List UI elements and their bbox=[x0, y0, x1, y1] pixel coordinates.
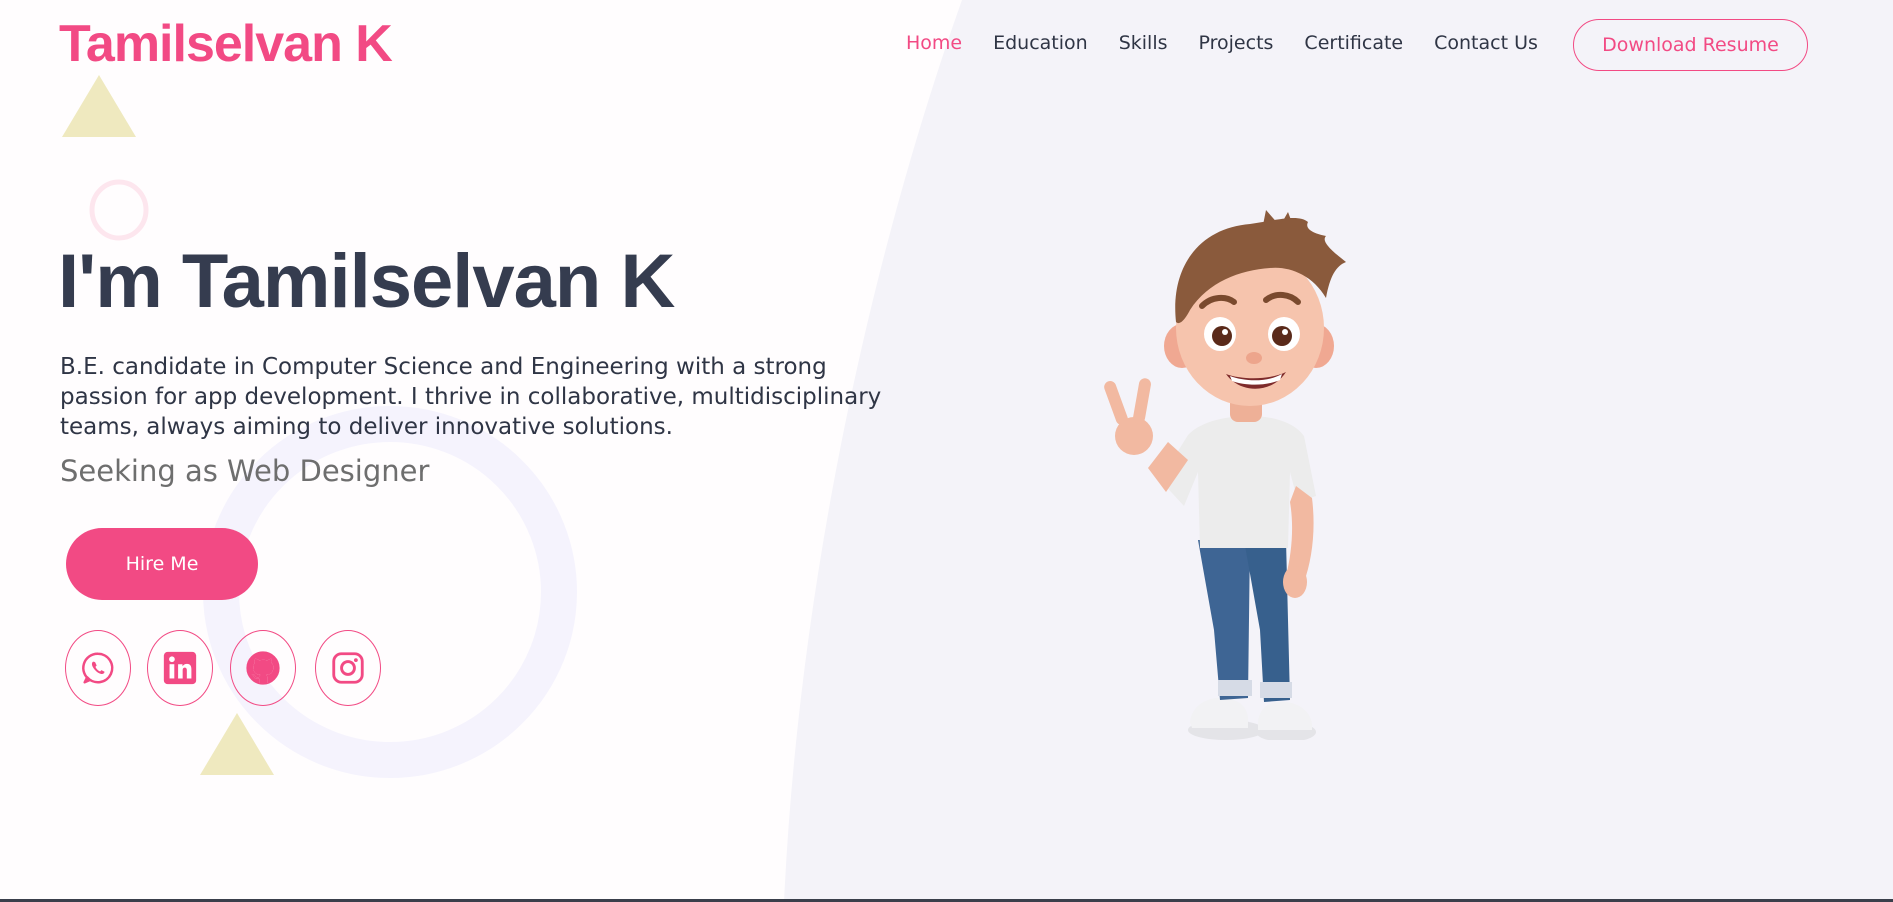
linkedin-link[interactable] bbox=[147, 630, 213, 706]
whatsapp-icon bbox=[82, 652, 114, 684]
nav-education[interactable]: Education bbox=[993, 32, 1088, 54]
avatar-illustration bbox=[1104, 210, 1346, 740]
decorative-triangle-top bbox=[62, 75, 136, 137]
nav-contact-us[interactable]: Contact Us bbox=[1434, 32, 1538, 54]
instagram-link[interactable] bbox=[315, 630, 381, 706]
github-icon bbox=[246, 651, 280, 685]
decorative-triangle-bottom bbox=[200, 713, 274, 775]
main-nav: Home Education Skills Projects Certifica… bbox=[906, 32, 1538, 54]
linkedin-icon bbox=[163, 651, 197, 685]
instagram-icon bbox=[332, 652, 364, 684]
portfolio-page: Tamilselvan K Home Education Skills Proj… bbox=[0, 0, 1893, 902]
download-resume-button[interactable]: Download Resume bbox=[1573, 19, 1808, 71]
nav-certificate[interactable]: Certificate bbox=[1304, 32, 1403, 54]
hero-title: I'm Tamilselvan K bbox=[58, 239, 675, 324]
nav-projects[interactable]: Projects bbox=[1199, 32, 1274, 54]
whatsapp-link[interactable] bbox=[65, 630, 131, 706]
nav-home[interactable]: Home bbox=[906, 32, 962, 54]
decorative-ring-small bbox=[89, 179, 149, 241]
hire-me-button[interactable]: Hire Me bbox=[66, 528, 258, 600]
site-logo[interactable]: Tamilselvan K bbox=[59, 14, 393, 74]
hero-subtitle: Seeking as Web Designer bbox=[60, 454, 430, 488]
github-link[interactable] bbox=[230, 630, 296, 706]
nav-skills[interactable]: Skills bbox=[1119, 32, 1168, 54]
hero-description: B.E. candidate in Computer Science and E… bbox=[60, 354, 882, 440]
